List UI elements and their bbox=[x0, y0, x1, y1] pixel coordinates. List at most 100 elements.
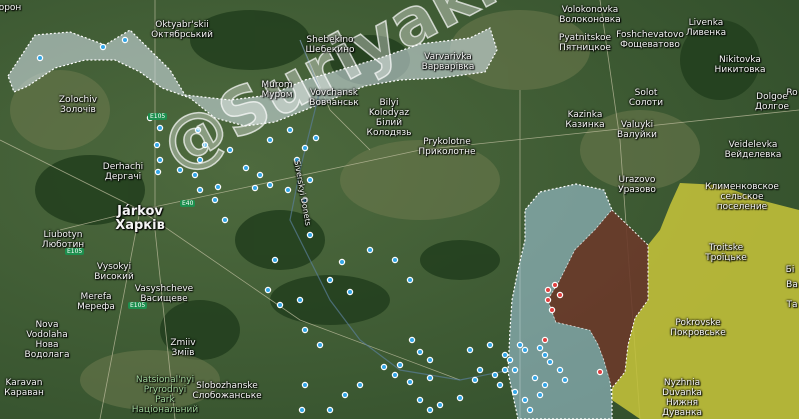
place-label-vysokyi: Vysokyi Високий bbox=[94, 262, 134, 282]
blue-marker[interactable] bbox=[408, 336, 416, 344]
place-label-oron: орон bbox=[0, 3, 22, 13]
blue-marker[interactable] bbox=[312, 134, 320, 142]
blue-marker[interactable] bbox=[266, 181, 274, 189]
blue-marker[interactable] bbox=[426, 356, 434, 364]
blue-marker[interactable] bbox=[256, 171, 264, 179]
blue-marker[interactable] bbox=[511, 366, 519, 374]
place-label-ro: Ro bbox=[786, 88, 798, 98]
blue-marker[interactable] bbox=[531, 374, 539, 382]
blue-marker[interactable] bbox=[436, 401, 444, 409]
red-marker[interactable] bbox=[596, 368, 604, 376]
blue-marker[interactable] bbox=[506, 356, 514, 364]
blue-marker[interactable] bbox=[521, 396, 529, 404]
blue-marker[interactable] bbox=[306, 231, 314, 239]
blue-marker[interactable] bbox=[251, 184, 259, 192]
place-label-pyatnitskoe: Pyatnitskoe Пятницкое bbox=[558, 33, 612, 53]
blue-marker[interactable] bbox=[36, 54, 44, 62]
blue-marker[interactable] bbox=[536, 344, 544, 352]
blue-marker[interactable] bbox=[561, 376, 569, 384]
blue-marker[interactable] bbox=[284, 186, 292, 194]
place-label-klimenkovskoe: Клименковское сельское поселение bbox=[705, 182, 779, 212]
blue-marker[interactable] bbox=[511, 388, 519, 396]
blue-marker[interactable] bbox=[211, 196, 219, 204]
blue-marker[interactable] bbox=[536, 391, 544, 399]
red-marker[interactable] bbox=[544, 286, 552, 294]
blue-marker[interactable] bbox=[541, 381, 549, 389]
blue-marker[interactable] bbox=[396, 361, 404, 369]
blue-marker[interactable] bbox=[426, 374, 434, 382]
place-label-urazovo: Urazovo Уразово bbox=[618, 175, 656, 195]
blue-marker[interactable] bbox=[99, 43, 107, 51]
blue-marker[interactable] bbox=[153, 141, 161, 149]
place-label-oktyabrskii: Oktyabr'skii Октябрський bbox=[151, 20, 213, 40]
blue-marker[interactable] bbox=[301, 144, 309, 152]
road-shield-e105c: E105 bbox=[128, 302, 148, 309]
place-label-zolochiv: Zolochiv Золочів bbox=[58, 95, 98, 115]
place-label-veidelevka: Veidelevka Вейделевка bbox=[724, 140, 782, 160]
blue-marker[interactable] bbox=[406, 378, 414, 386]
map-canvas[interactable]: @Suriyakmaps оронOktyabr'skii Октябрськи… bbox=[0, 0, 799, 419]
blue-marker[interactable] bbox=[391, 256, 399, 264]
blue-marker[interactable] bbox=[556, 366, 564, 374]
place-label-karavan: Karavan Караван bbox=[4, 378, 44, 398]
blue-marker[interactable] bbox=[326, 276, 334, 284]
red-marker[interactable] bbox=[551, 281, 559, 289]
place-label-bi: Бі bbox=[785, 265, 795, 275]
blue-marker[interactable] bbox=[154, 168, 162, 176]
blue-marker[interactable] bbox=[221, 216, 229, 224]
blue-marker[interactable] bbox=[471, 376, 479, 384]
blue-marker[interactable] bbox=[356, 381, 364, 389]
blue-marker[interactable] bbox=[366, 246, 374, 254]
blue-marker[interactable] bbox=[306, 176, 314, 184]
blue-marker[interactable] bbox=[346, 288, 354, 296]
blue-marker[interactable] bbox=[476, 366, 484, 374]
blue-marker[interactable] bbox=[516, 341, 524, 349]
blue-marker[interactable] bbox=[501, 351, 509, 359]
blue-marker[interactable] bbox=[298, 406, 306, 414]
blue-marker[interactable] bbox=[521, 346, 529, 354]
blue-marker[interactable] bbox=[526, 406, 534, 414]
blue-marker[interactable] bbox=[491, 371, 499, 379]
place-label-troitske: Troitske Троїцьке bbox=[705, 243, 747, 263]
blue-marker[interactable] bbox=[416, 348, 424, 356]
blue-marker[interactable] bbox=[301, 381, 309, 389]
place-label-prykolotne: Prykolotne Приколотне bbox=[418, 137, 476, 157]
blue-marker[interactable] bbox=[242, 164, 250, 172]
place-label-nyzhnia-duvanka: Nyzhnia Duvanka Нижня Дуванка bbox=[661, 378, 703, 418]
red-marker[interactable] bbox=[544, 296, 552, 304]
blue-marker[interactable] bbox=[276, 301, 284, 309]
place-label-liubotyn: Liubotyn Люботин bbox=[41, 230, 85, 250]
blue-marker[interactable] bbox=[466, 346, 474, 354]
blue-marker[interactable] bbox=[546, 358, 554, 366]
red-marker[interactable] bbox=[548, 306, 556, 314]
blue-marker[interactable] bbox=[271, 256, 279, 264]
blue-marker[interactable] bbox=[416, 396, 424, 404]
blue-marker[interactable] bbox=[426, 406, 434, 414]
blue-marker[interactable] bbox=[196, 186, 204, 194]
place-label-biylyi: Bilyi Kolodyaz Білий Колодязь bbox=[366, 98, 412, 138]
blue-marker[interactable] bbox=[156, 156, 164, 164]
blue-marker[interactable] bbox=[264, 286, 272, 294]
place-label-valuyki: Valuyki Валуйки bbox=[617, 120, 657, 140]
blue-marker[interactable] bbox=[296, 296, 304, 304]
red-marker[interactable] bbox=[541, 336, 549, 344]
red-marker[interactable] bbox=[556, 291, 564, 299]
blue-marker[interactable] bbox=[121, 36, 129, 44]
blue-marker[interactable] bbox=[214, 183, 222, 191]
blue-marker[interactable] bbox=[456, 394, 464, 402]
place-label-vovchansk: Vovchansk Вовчанськ bbox=[309, 88, 359, 108]
place-label-nikitovka: Nikitovka Никитовка bbox=[714, 55, 766, 75]
blue-marker[interactable] bbox=[301, 326, 309, 334]
blue-marker[interactable] bbox=[391, 371, 399, 379]
blue-marker[interactable] bbox=[541, 351, 549, 359]
blue-marker[interactable] bbox=[338, 258, 346, 266]
blue-marker[interactable] bbox=[496, 381, 504, 389]
blue-marker[interactable] bbox=[380, 363, 388, 371]
blue-marker[interactable] bbox=[501, 366, 509, 374]
blue-marker[interactable] bbox=[486, 341, 494, 349]
place-label-shebekino: Shebekino Шебекино bbox=[305, 35, 355, 55]
blue-marker[interactable] bbox=[341, 391, 349, 399]
blue-marker[interactable] bbox=[316, 341, 324, 349]
blue-marker[interactable] bbox=[326, 406, 334, 414]
blue-marker[interactable] bbox=[406, 276, 414, 284]
